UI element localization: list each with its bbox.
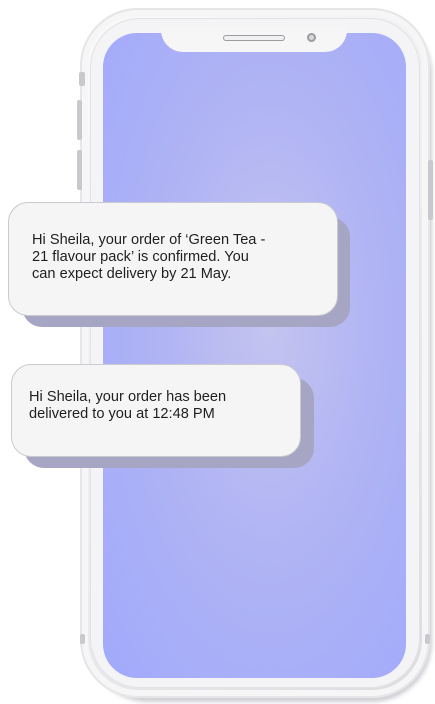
phone-antenna-line: [80, 634, 85, 644]
message-text: Hi Sheila, your order has been delivered…: [29, 389, 227, 422]
power-button: [428, 160, 433, 220]
silent-switch: [79, 72, 85, 86]
phone-antenna-line: [425, 634, 430, 644]
message-bubble-order-delivered: Hi Sheila, your order has been delivered…: [11, 364, 301, 457]
front-camera: [307, 33, 316, 42]
speaker-grille: [223, 35, 285, 41]
message-bubble-order-confirmed: Hi Sheila, your order of ‘Green Tea - 21…: [8, 202, 338, 316]
phone-screen: [103, 33, 406, 678]
message-text: Hi Sheila, your order of ‘Green Tea - 21…: [32, 232, 266, 282]
volume-up-button: [77, 100, 82, 140]
volume-down-button: [77, 150, 82, 190]
